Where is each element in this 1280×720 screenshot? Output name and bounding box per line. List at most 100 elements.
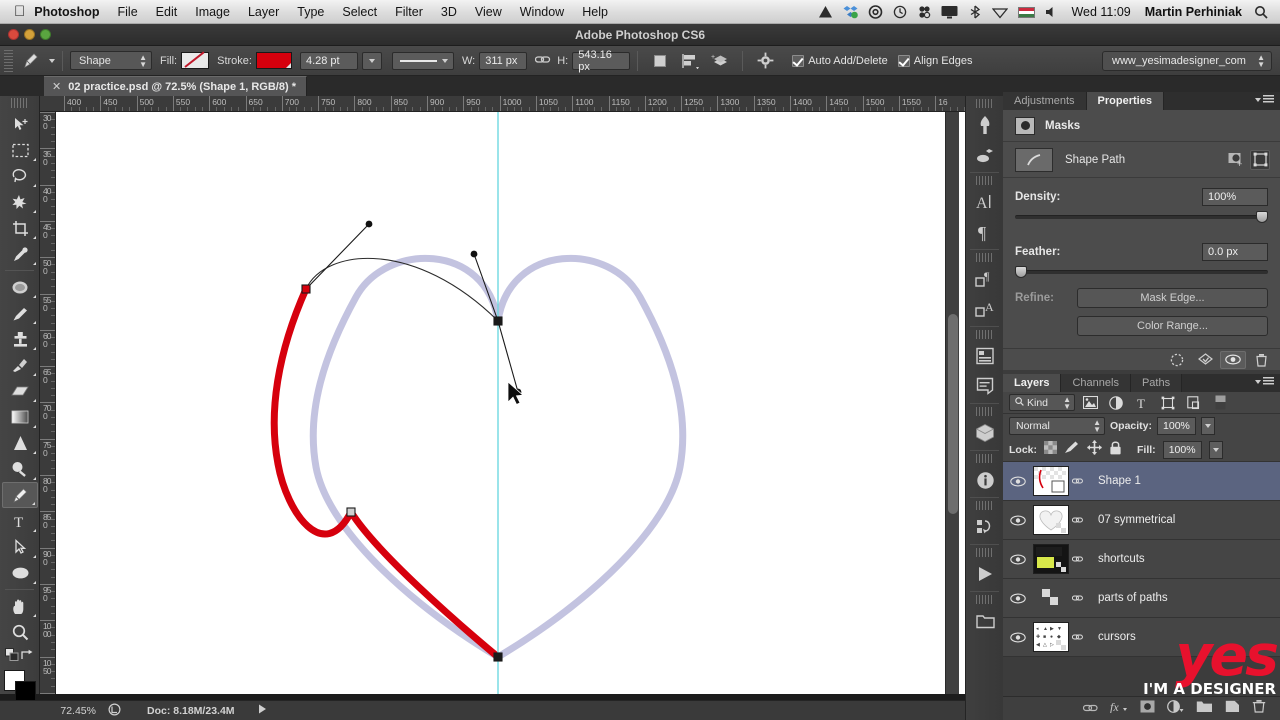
lock-position-icon[interactable] xyxy=(1087,439,1103,460)
default-colors-icon[interactable] xyxy=(5,648,19,666)
fill-value[interactable]: 100% xyxy=(1162,440,1202,459)
path-selection-tool[interactable] xyxy=(2,534,38,560)
align-edges-checkbox[interactable]: Align Edges xyxy=(897,54,972,67)
close-button[interactable] xyxy=(8,29,19,40)
tab-adjustments[interactable]: Adjustments xyxy=(1003,92,1087,110)
volume-icon[interactable] xyxy=(1045,5,1059,19)
feather-slider-knob[interactable] xyxy=(1015,266,1027,278)
menu-item-type[interactable]: Type xyxy=(288,5,333,19)
document-canvas[interactable] xyxy=(56,112,965,694)
menu-item-3d[interactable]: 3D xyxy=(432,5,466,19)
preview-icon[interactable] xyxy=(108,702,121,719)
delete-layer-icon[interactable] xyxy=(1252,699,1266,718)
path-operations-icon[interactable] xyxy=(645,49,675,73)
eyedropper-tool[interactable] xyxy=(2,241,38,267)
opacity-chevron-down-icon[interactable] xyxy=(1200,417,1215,435)
layer-row-07-symmetrical[interactable]: 07 symmetrical xyxy=(1003,501,1280,540)
layer-thumbnail[interactable] xyxy=(1033,583,1069,613)
brush-panel-icon[interactable] xyxy=(968,140,1002,170)
menu-item-select[interactable]: Select xyxy=(333,5,386,19)
shape-path-row[interactable]: Shape Path + xyxy=(1003,142,1280,178)
geometry-options-gear-icon[interactable] xyxy=(750,49,780,73)
load-selection-icon[interactable] xyxy=(1164,351,1190,369)
menu-item-edit[interactable]: Edit xyxy=(147,5,187,19)
filter-type-icon[interactable]: T xyxy=(1131,393,1153,412)
tab-paths[interactable]: Paths xyxy=(1130,374,1183,392)
delete-mask-icon[interactable] xyxy=(1248,351,1274,369)
info-icon[interactable] xyxy=(968,465,1002,495)
layer-link-icon[interactable] xyxy=(1069,505,1085,535)
mask-edge-button[interactable]: Mask Edge... xyxy=(1077,288,1268,308)
layer-row-parts-of-paths[interactable]: parts of paths xyxy=(1003,579,1280,618)
layer-row-shape-1[interactable]: Shape 1 xyxy=(1003,462,1280,501)
auto-add-delete-checkbox[interactable]: Auto Add/Delete xyxy=(792,54,888,67)
time-machine-icon[interactable] xyxy=(893,5,907,19)
document-tab[interactable]: ✕ 02 practice.psd @ 72.5% (Shape 1, RGB/… xyxy=(44,76,307,96)
blur-tool[interactable] xyxy=(2,430,38,456)
type-tool[interactable]: T xyxy=(2,508,38,534)
layer-thumbnail[interactable]: ◂ ▲ ▶ ▼ ✚ ■ ● ◆ ◀ △ ▷ xyxy=(1033,622,1069,652)
apply-mask-icon[interactable] xyxy=(1192,351,1218,369)
spotlight-search-icon[interactable] xyxy=(1254,5,1269,19)
rail-grip[interactable] xyxy=(976,407,993,416)
paragraph-panel-icon[interactable]: ¶ xyxy=(968,217,1002,247)
layer-styles-fx-icon[interactable]: fx xyxy=(1110,700,1128,718)
filter-shape-icon[interactable] xyxy=(1157,393,1179,412)
layer-thumbnail[interactable] xyxy=(1033,544,1069,574)
select-path-icon[interactable] xyxy=(1250,149,1270,170)
add-pixel-mask-icon[interactable]: + xyxy=(1226,150,1246,170)
new-layer-icon[interactable] xyxy=(1225,700,1240,718)
menu-item-file[interactable]: File xyxy=(109,5,147,19)
apple-icon[interactable]:  xyxy=(14,4,25,19)
new-group-icon[interactable] xyxy=(1196,700,1213,718)
bluetooth-icon[interactable] xyxy=(968,5,982,19)
height-field[interactable]: 543.16 px xyxy=(572,49,631,73)
pen-tool-icon[interactable] xyxy=(16,49,46,73)
layer-visibility-icon[interactable] xyxy=(1003,593,1033,604)
3d-panel-icon[interactable] xyxy=(968,418,1002,448)
density-value[interactable]: 100% xyxy=(1202,188,1268,206)
toolbar-grip[interactable] xyxy=(11,98,28,108)
new-adjustment-layer-icon[interactable] xyxy=(1167,699,1184,718)
shape-mode-select[interactable]: Shape ▲ ▼ xyxy=(70,51,152,70)
status-menu-arrow-icon[interactable] xyxy=(257,704,267,717)
feather-value[interactable]: 0.0 px xyxy=(1202,243,1268,261)
menu-item-window[interactable]: Window xyxy=(511,5,573,19)
layer-visibility-icon[interactable] xyxy=(1003,476,1033,487)
dropbox-icon[interactable] xyxy=(843,5,859,19)
color-range-button[interactable]: Color Range... xyxy=(1077,316,1268,336)
colorsync-icon[interactable] xyxy=(917,5,931,19)
vertical-ruler[interactable]: 300 350 400 450 500 550 600 650 700 750 800 850 900 9… xyxy=(40,112,56,694)
path-arrangement-icon[interactable]: + xyxy=(705,49,735,73)
lock-transparent-pixels-icon[interactable] xyxy=(1044,440,1058,459)
gradient-tool[interactable] xyxy=(2,404,38,430)
brush-presets-icon[interactable] xyxy=(968,110,1002,140)
swap-colors-icon[interactable] xyxy=(20,648,34,666)
layer-link-icon[interactable] xyxy=(1069,583,1085,613)
history-brush-tool[interactable] xyxy=(2,352,38,378)
workspace-select[interactable]: www_yesimadesigner_com ▲ ▼ xyxy=(1102,51,1272,71)
color-swatches[interactable] xyxy=(2,670,38,702)
clone-stamp-tool[interactable] xyxy=(2,326,38,352)
dodge-tool[interactable] xyxy=(2,456,38,482)
timeline-icon[interactable] xyxy=(968,341,1002,371)
path-alignment-icon[interactable] xyxy=(675,49,705,73)
character-styles-icon[interactable]: ¶ xyxy=(968,264,1002,294)
filter-adjustment-icon[interactable] xyxy=(1105,393,1127,412)
actions-icon[interactable] xyxy=(968,512,1002,542)
brush-tool[interactable] xyxy=(2,300,38,326)
stroke-width-chevron-down-icon[interactable] xyxy=(361,51,382,70)
display-icon[interactable] xyxy=(941,5,958,19)
zoom-tool[interactable] xyxy=(2,619,38,645)
lock-all-icon[interactable] xyxy=(1109,440,1122,460)
panel-menu-icon[interactable] xyxy=(1252,377,1274,386)
rail-grip[interactable] xyxy=(976,595,993,604)
fill-swatch[interactable] xyxy=(181,52,210,69)
rail-grip[interactable] xyxy=(976,99,993,108)
eraser-tool[interactable] xyxy=(2,378,38,404)
tab-layers[interactable]: Layers xyxy=(1003,374,1062,392)
spot-healing-tool[interactable] xyxy=(2,274,38,300)
canvas-vertical-scrollbar[interactable] xyxy=(945,112,959,694)
rail-grip[interactable] xyxy=(976,253,993,262)
width-field[interactable]: 311 px xyxy=(479,51,528,70)
